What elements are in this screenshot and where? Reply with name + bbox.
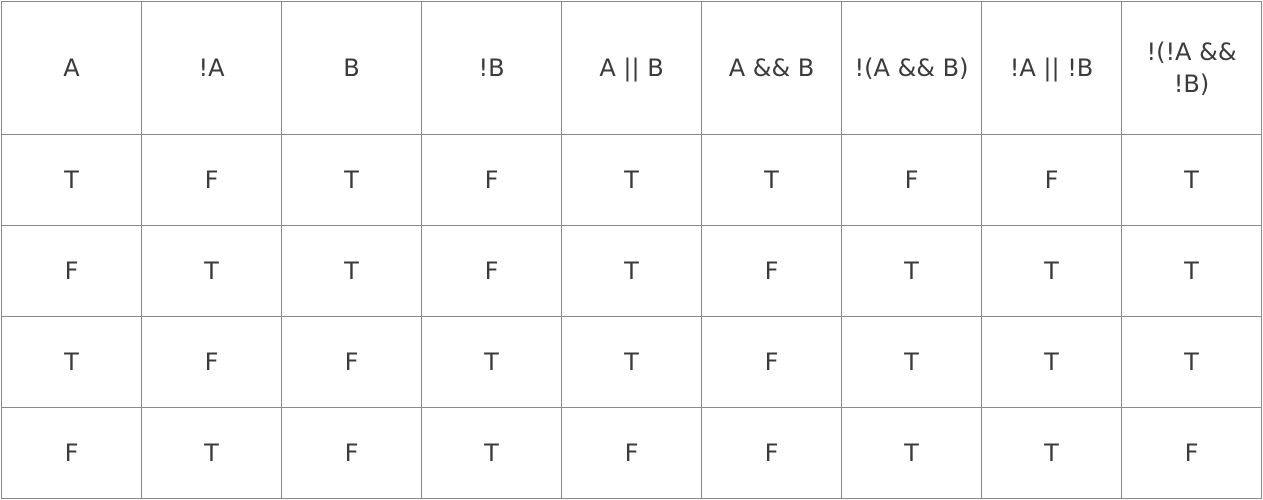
header-cell: B (281, 1, 422, 135)
table-cell: F (701, 407, 842, 499)
table-cell: F (1, 225, 142, 317)
table-cell: F (1121, 407, 1262, 499)
table-cell: F (281, 407, 422, 499)
table-cell: T (1121, 225, 1262, 317)
header-cell: A || B (561, 1, 702, 135)
table-cell: F (701, 316, 842, 408)
table-cell: T (1121, 316, 1262, 408)
table-cell: F (141, 316, 282, 408)
table-cell: T (281, 225, 422, 317)
table-cell: T (281, 134, 422, 226)
table-cell: T (561, 225, 702, 317)
table-cell: F (421, 225, 562, 317)
table-cell: T (841, 225, 982, 317)
table-cell: F (561, 407, 702, 499)
header-cell: !A || !B (981, 1, 1122, 135)
table-cell: T (561, 316, 702, 408)
header-cell: A (1, 1, 142, 135)
table-cell: F (981, 134, 1122, 226)
table-cell: T (981, 316, 1122, 408)
header-cell: !(!A && !B) (1121, 1, 1262, 135)
table-cell: T (1121, 134, 1262, 226)
table-cell: T (1, 316, 142, 408)
table-row: T F F T T F T T T (1, 316, 1262, 408)
table-cell: F (421, 134, 562, 226)
truth-table: A !A B !B A || B A && B !(A && B) !A || … (1, 1, 1262, 499)
table-cell: T (141, 225, 282, 317)
table-cell: T (841, 407, 982, 499)
header-cell: !(A && B) (841, 1, 982, 135)
table-cell: F (841, 134, 982, 226)
table-row: F T F T F F T T F (1, 407, 1262, 499)
header-row: A !A B !B A || B A && B !(A && B) !A || … (1, 1, 1262, 135)
header-cell: !B (421, 1, 562, 135)
table-cell: T (421, 316, 562, 408)
table-row: T F T F T T F F T (1, 134, 1262, 226)
header-cell: A && B (701, 1, 842, 135)
table-cell: T (701, 134, 842, 226)
table-cell: T (841, 316, 982, 408)
table-cell: F (701, 225, 842, 317)
table-cell: T (561, 134, 702, 226)
table-cell: T (141, 407, 282, 499)
header-cell: !A (141, 1, 282, 135)
table-cell: F (1, 407, 142, 499)
table-cell: T (981, 407, 1122, 499)
table-cell: T (421, 407, 562, 499)
table-cell: F (281, 316, 422, 408)
table-cell: T (1, 134, 142, 226)
table-row: F T T F T F T T T (1, 225, 1262, 317)
table-cell: T (981, 225, 1122, 317)
table-cell: F (141, 134, 282, 226)
